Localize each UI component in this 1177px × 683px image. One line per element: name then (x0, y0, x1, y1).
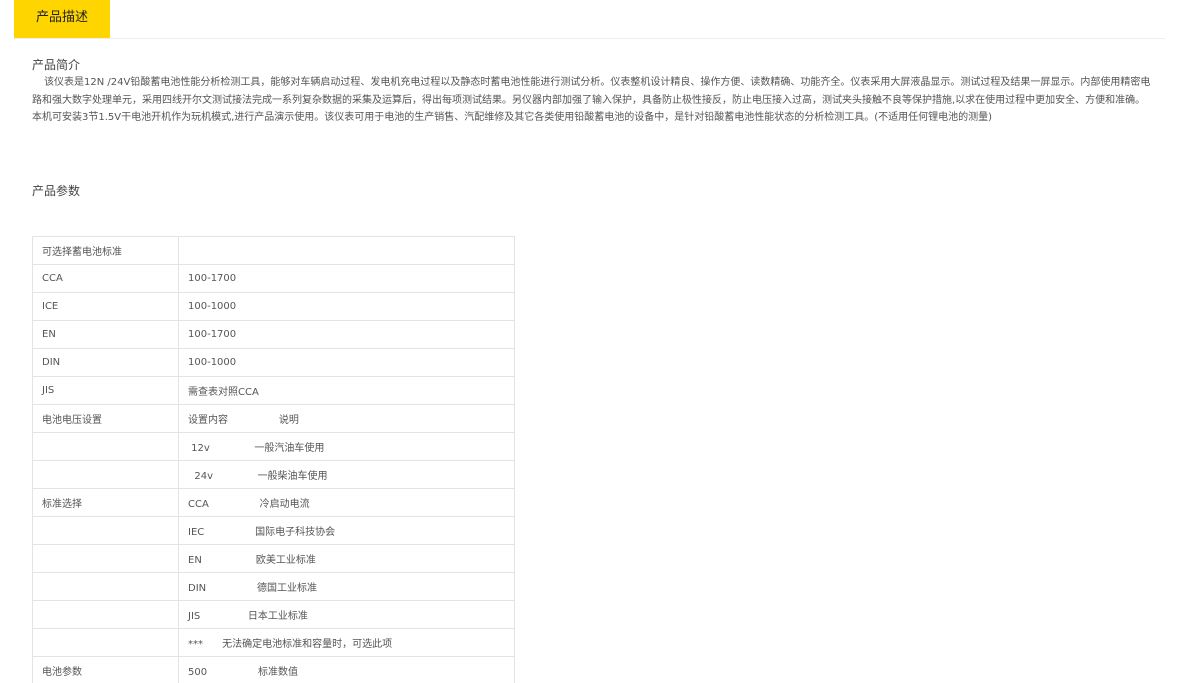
param-label: 标准选择 (32, 488, 179, 517)
param-value: 12v 一般汽油车使用 (178, 432, 515, 461)
product-page: 产品描述 产品简介 该仪表是12N /24V铅酸蓄电池性能分析检测工具，能够对车… (0, 0, 1177, 683)
param-value: EN 欧美工业标准 (178, 544, 515, 573)
table-row: *** 无法确定电池标准和容量时，可选此项 (32, 628, 515, 657)
param-value: 500 标准数值 (178, 656, 515, 683)
param-value: IEC 国际电子科技协会 (178, 516, 515, 545)
table-row: 24v 一般柴油车使用 (32, 460, 515, 489)
param-value: 设置内容 说明 (178, 404, 515, 433)
table-row: ICE 100-1000 (32, 292, 515, 321)
param-value: CCA 冷启动电流 (178, 488, 515, 517)
tab-bar: 产品描述 (14, 0, 1165, 39)
table-row: EN 欧美工业标准 (32, 544, 515, 573)
table-row: IEC 国际电子科技协会 (32, 516, 515, 545)
param-label: 电池电压设置 (32, 404, 179, 433)
param-value: 100-1000 (178, 292, 515, 321)
param-value: 100-1000 (178, 348, 515, 377)
param-label (32, 600, 179, 629)
params-table: 可选择蓄电池标准 CCA 100-1700 ICE 100-1000 EN 100-1… (32, 236, 515, 683)
intro-body: 该仪表是12N /24V铅酸蓄电池性能分析检测工具，能够对车辆启动过程、发电机充… (32, 77, 1151, 123)
param-label: 电池参数 (32, 656, 179, 683)
param-value: 100-1700 (178, 264, 515, 293)
param-value: *** 无法确定电池标准和容量时，可选此项 (178, 628, 515, 657)
intro-heading: 产品简介 (32, 58, 81, 72)
table-row: DIN 100-1000 (32, 348, 515, 377)
param-value: JIS 日本工业标准 (178, 600, 515, 629)
param-value (178, 236, 515, 265)
param-label (32, 460, 179, 489)
param-label: ICE (32, 292, 179, 321)
param-value: DIN 德国工业标准 (178, 572, 515, 601)
table-row: 可选择蓄电池标准 (32, 236, 515, 265)
table-row: 12v 一般汽油车使用 (32, 432, 515, 461)
table-row: EN 100-1700 (32, 320, 515, 349)
tab-product-description[interactable]: 产品描述 (14, 0, 110, 38)
param-label: JIS (32, 376, 179, 405)
param-label: 可选择蓄电池标准 (32, 236, 179, 265)
table-row: CCA 100-1700 (32, 264, 515, 293)
param-value: 需查表对照CCA (178, 376, 515, 405)
param-value: 24v 一般柴油车使用 (178, 460, 515, 489)
table-row: DIN 德国工业标准 (32, 572, 515, 601)
param-label: EN (32, 320, 179, 349)
param-label (32, 628, 179, 657)
param-label (32, 432, 179, 461)
params-heading: 产品参数 (32, 184, 81, 198)
table-row: 电池电压设置 设置内容 说明 (32, 404, 515, 433)
table-row: 标准选择 CCA 冷启动电流 (32, 488, 515, 517)
table-row: JIS 需查表对照CCA (32, 376, 515, 405)
param-label: CCA (32, 264, 179, 293)
table-row: 电池参数 500 标准数值 (32, 656, 515, 683)
param-value: 100-1700 (178, 320, 515, 349)
param-label (32, 544, 179, 573)
table-row: JIS 日本工业标准 (32, 600, 515, 629)
param-label (32, 572, 179, 601)
param-label (32, 516, 179, 545)
param-label: DIN (32, 348, 179, 377)
